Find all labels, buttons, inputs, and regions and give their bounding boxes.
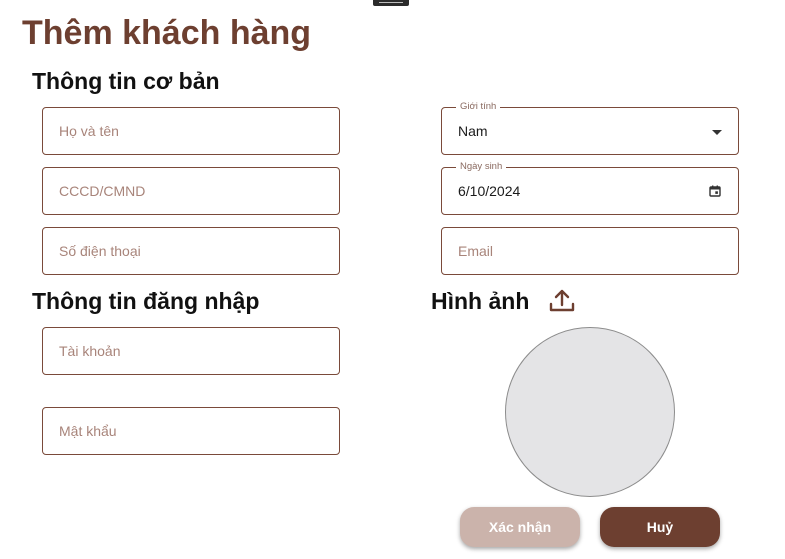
account-placeholder: Tài khoản — [59, 343, 121, 359]
upload-icon[interactable] — [548, 286, 576, 314]
email-placeholder: Email — [458, 243, 494, 259]
section-title-image: Hình ảnh — [431, 288, 530, 314]
account-field[interactable]: Tài khoản — [42, 327, 340, 375]
id-card-placeholder: CCCD/CMND — [59, 183, 146, 199]
birthdate-value: 6/10/2024 — [458, 183, 521, 199]
password-field[interactable]: Mật khẩu — [42, 407, 340, 455]
password-placeholder: Mật khẩu — [59, 423, 117, 439]
calendar-icon[interactable] — [709, 185, 721, 197]
phone-field[interactable]: Số điện thoại — [42, 227, 340, 275]
fullname-placeholder: Họ và tên — [59, 123, 119, 139]
birthdate-label: Ngày sinh — [456, 161, 507, 173]
birthdate-field[interactable]: Ngày sinh 6/10/2024 — [441, 161, 739, 215]
confirm-button[interactable]: Xác nhận — [460, 507, 580, 547]
section-title-basic-info: Thông tin cơ bản — [32, 68, 220, 94]
gender-label: Giới tính — [456, 101, 501, 113]
phone-placeholder: Số điện thoại — [59, 243, 141, 259]
gender-select[interactable]: Giới tính Nam — [441, 101, 739, 155]
chevron-down-icon[interactable] — [712, 130, 722, 135]
gender-value: Nam — [458, 123, 488, 139]
cancel-button[interactable]: Huỷ — [600, 507, 720, 547]
section-title-login-info: Thông tin đăng nhập — [32, 288, 260, 314]
avatar-preview — [505, 327, 675, 497]
email-field[interactable]: Email — [441, 227, 739, 275]
id-card-field[interactable]: CCCD/CMND — [42, 167, 340, 215]
fullname-field[interactable]: Họ và tên — [42, 107, 340, 155]
window-drag-handle[interactable] — [373, 0, 409, 6]
page-title: Thêm khách hàng — [22, 14, 312, 52]
